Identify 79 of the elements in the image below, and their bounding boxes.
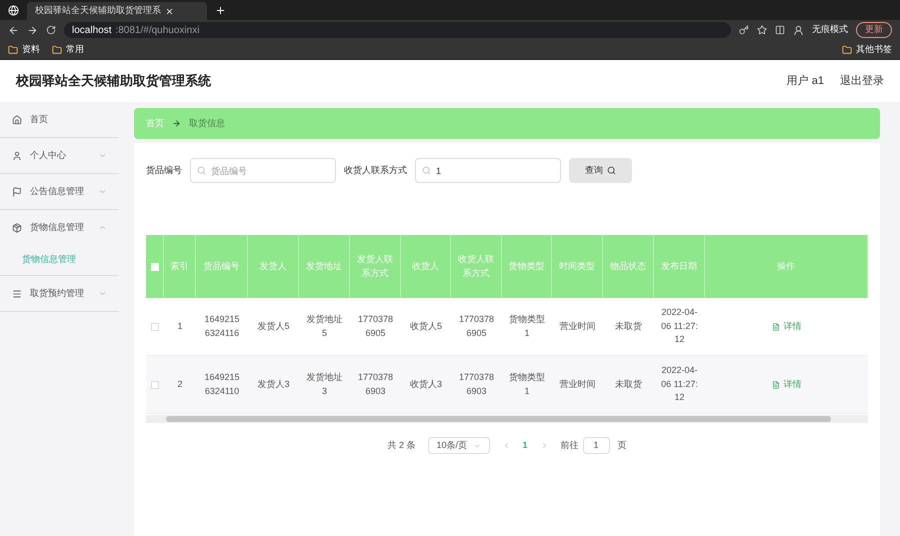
table-cell-text: 发货地址5: [306, 313, 344, 340]
logout-link[interactable]: 退出登录: [840, 72, 884, 90]
table-cell-text: 营业时间: [560, 378, 596, 391]
search-icon: [422, 166, 431, 175]
back-icon[interactable]: [8, 24, 19, 36]
table-cell-text: 发货地址3: [306, 371, 344, 398]
new-tab-icon[interactable]: [215, 4, 226, 16]
table-cell-text: 17703786903: [458, 371, 496, 398]
table-cell-text: 17703786905: [356, 313, 394, 340]
search-field[interactable]: 1: [415, 158, 561, 183]
horizontal-scrollbar[interactable]: [146, 415, 868, 423]
sidebar-item[interactable]: 公告信息管理: [0, 174, 119, 209]
table-cell-text: 2: [177, 378, 182, 391]
update-button[interactable]: 更新: [856, 22, 892, 38]
sidebar-icon[interactable]: [775, 25, 785, 35]
forward-icon[interactable]: [27, 24, 38, 36]
table-cell-text: 收货人5: [410, 320, 442, 333]
key-icon[interactable]: [739, 25, 749, 35]
home-icon: [12, 114, 22, 124]
box-icon: [12, 222, 22, 232]
table-cell-text: 17703786903: [356, 371, 394, 398]
sidebar-subitem[interactable]: 货物信息管理: [0, 245, 119, 275]
search-button[interactable]: 查询: [569, 158, 632, 183]
incognito-icon: [793, 24, 804, 36]
search-icon: [607, 166, 616, 175]
bookmark[interactable]: 常用: [66, 42, 84, 56]
table-cell-text: 16492156324110: [203, 371, 241, 398]
checkbox[interactable]: [151, 322, 159, 330]
document-icon: [772, 380, 780, 388]
document-icon: [772, 322, 780, 330]
folder-icon: [52, 44, 62, 54]
folder-icon: [842, 44, 852, 54]
table-cell-text: 16492156324116: [203, 313, 241, 340]
details-link[interactable]: 详情: [772, 378, 802, 392]
sidebar-item[interactable]: 首页: [0, 102, 119, 137]
sidebar-item[interactable]: 取货预约管理: [0, 276, 119, 311]
sidebar-item[interactable]: 货物信息管理: [0, 210, 119, 245]
table-cell-text: 17703786905: [458, 313, 496, 340]
table-cell-text: 收货人3: [410, 378, 442, 391]
breadcrumb-item: 取货信息: [189, 116, 225, 130]
checkbox[interactable]: [151, 380, 159, 388]
table-cell-text: 货物类型1: [508, 313, 546, 340]
bookmark[interactable]: 资料: [22, 42, 40, 56]
folder-icon: [8, 44, 18, 54]
flag-icon: [12, 186, 22, 196]
table-cell-text: 发货人3: [257, 378, 290, 391]
field-label: 货品编号: [146, 164, 182, 177]
goto-label: 前往: [560, 438, 579, 452]
page-input[interactable]: 1: [582, 437, 610, 454]
user-label: 用户 a1: [786, 74, 824, 89]
star-icon[interactable]: [757, 25, 767, 35]
sidebar-item[interactable]: 个人中心: [0, 138, 119, 173]
table-cell-text: 未取货: [615, 320, 642, 333]
profile-label: 无痕模式: [812, 23, 848, 36]
checkbox[interactable]: [150, 262, 158, 270]
table-cell-text: 2022-04-06 11:27:12: [660, 306, 699, 346]
table-cell-text: 1: [177, 320, 182, 333]
page-number[interactable]: 1: [522, 438, 528, 452]
field-label: 收货人联系方式: [344, 164, 407, 177]
arrow-icon: [172, 119, 181, 128]
table-cell-text: 营业时间: [560, 320, 596, 333]
search-icon: [197, 166, 206, 175]
globe-icon: [8, 4, 19, 16]
close-icon[interactable]: [165, 6, 174, 16]
user-icon: [12, 150, 22, 160]
bookmark[interactable]: 其他书签: [856, 42, 892, 56]
app-title: 校园驿站全天候辅助取货管理系统: [16, 72, 211, 90]
table-cell-text: 未取货: [615, 378, 642, 391]
table-cell-text: 2022-04-06 11:27:12: [660, 364, 699, 404]
table-cell-text: 货物类型1: [508, 371, 546, 398]
page-suffix: 页: [618, 438, 627, 452]
search-field[interactable]: 货品编号: [190, 158, 336, 183]
page-size-select[interactable]: 10条/页: [428, 437, 490, 454]
table-cell-text: 发货人5: [257, 320, 290, 333]
list-icon: [12, 288, 22, 298]
address-bar[interactable]: localhost :8081/#/quhuoxinxi: [64, 22, 731, 38]
total-count: 共 2 条: [387, 438, 416, 452]
reload-icon[interactable]: [46, 25, 56, 35]
details-link[interactable]: 详情: [772, 320, 802, 334]
